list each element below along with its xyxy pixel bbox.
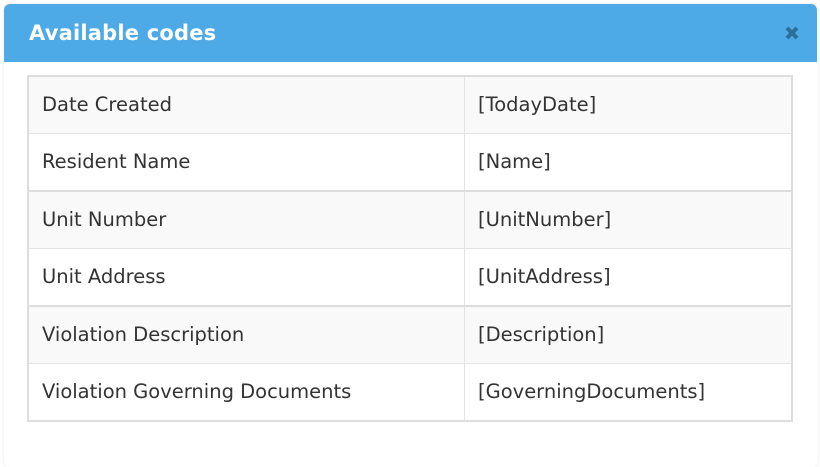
- code-value: [TodayDate]: [464, 75, 793, 134]
- available-codes-dialog: Available codes Date Created [TodayDate]…: [4, 4, 818, 467]
- close-icon: [784, 25, 800, 41]
- code-value: [Description]: [464, 305, 793, 364]
- code-value: [UnitAddress]: [464, 248, 793, 307]
- code-description: Unit Number: [27, 190, 465, 249]
- code-description: Unit Address: [27, 248, 465, 307]
- code-description: Date Created: [27, 75, 465, 134]
- code-value: [GoverningDocuments]: [464, 363, 793, 422]
- table-row: Date Created [TodayDate]: [27, 75, 793, 134]
- dialog-title: Available codes: [29, 21, 217, 45]
- code-value: [Name]: [464, 133, 793, 192]
- code-description: Violation Description: [27, 305, 465, 364]
- table-row: Violation Description [Description]: [27, 305, 793, 364]
- table-row: Resident Name [Name]: [27, 133, 793, 192]
- table-row: Violation Governing Documents [Governing…: [27, 363, 793, 422]
- code-description: Violation Governing Documents: [27, 363, 465, 422]
- code-value: [UnitNumber]: [464, 190, 793, 249]
- dialog-header: Available codes: [4, 4, 817, 62]
- close-button[interactable]: [781, 20, 803, 46]
- codes-table: Date Created [TodayDate] Resident Name […: [27, 75, 793, 422]
- code-description: Resident Name: [27, 133, 465, 192]
- table-row: Unit Address [UnitAddress]: [27, 248, 793, 307]
- table-row: Unit Number [UnitNumber]: [27, 190, 793, 249]
